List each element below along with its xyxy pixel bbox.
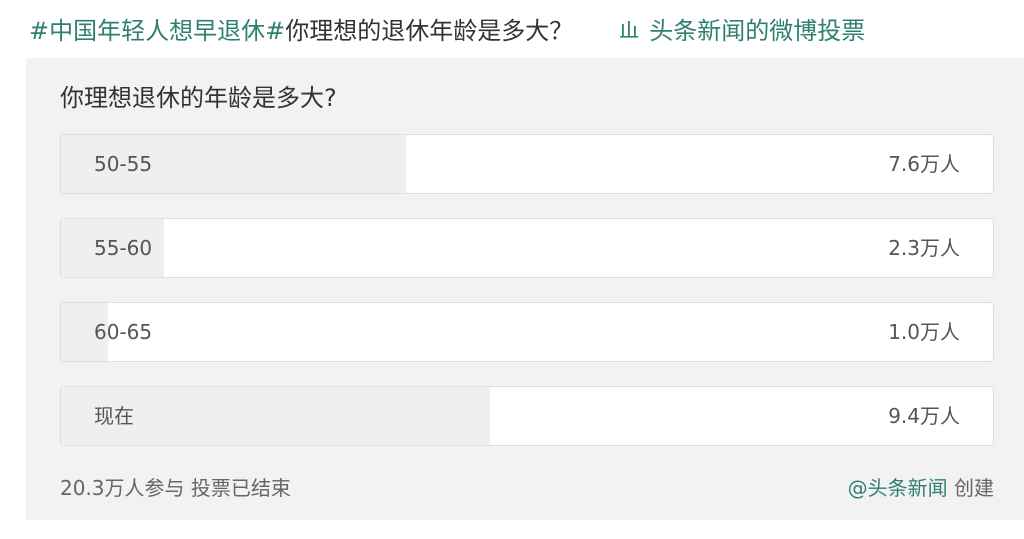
poll-status: 投票已结束 [190,476,291,500]
option-label: 60-65 [94,320,153,344]
weibo-poll-link[interactable]: 头条新闻的微博投票 [619,11,865,46]
poll-headline: 你理想的退休年龄是多大？ [285,16,574,45]
poll-question: 你理想退休的年龄是多大? [60,84,337,112]
option-label: 55-60 [94,236,153,260]
poll-option-55-60[interactable]: 55-60 2.3万人 [60,218,994,278]
participant-count: 20.3万人参与 [60,476,185,500]
hashtag-link[interactable]: #中国年轻人想早退休# [29,11,285,46]
weibo-poll-label: 头条新闻的微博投票 [649,16,866,45]
option-vote-count: 2.3万人 [888,236,960,260]
bar-chart-icon [620,21,639,38]
created-label: 创建 [954,476,994,500]
poll-footer: 20.3万人参与 投票已结束 @头条新闻 创建 [60,472,994,501]
option-vote-count: 1.0万人 [888,320,960,344]
poll-options: 50-55 7.6万人 55-60 2.3万人 60-65 1.0万人 现在 9… [60,134,994,470]
poll-option-50-55[interactable]: 50-55 7.6万人 [60,134,994,194]
poll-creator: @头条新闻 创建 [848,472,994,501]
option-label: 现在 [94,404,134,428]
option-label: 50-55 [94,152,153,176]
poll-card: 你理想退休的年龄是多大? 50-55 7.6万人 55-60 2.3万人 60-… [26,58,1024,520]
poll-option-now[interactable]: 现在 9.4万人 [60,386,994,446]
option-vote-count: 7.6万人 [888,152,960,176]
creator-link[interactable]: @头条新闻 [848,476,948,500]
poll-header: #中国年轻人想早退休# 你理想的退休年龄是多大？ 头条新闻的微博投票 [29,8,865,48]
option-vote-count: 9.4万人 [888,404,960,428]
poll-option-60-65[interactable]: 60-65 1.0万人 [60,302,994,362]
